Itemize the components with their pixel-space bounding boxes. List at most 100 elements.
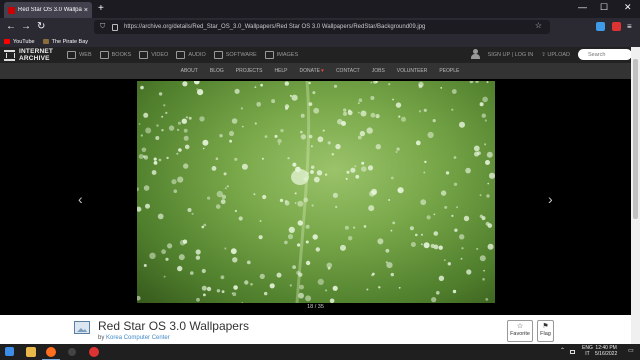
new-tab-button[interactable]: + <box>98 3 104 14</box>
notifications-icon[interactable]: ▭ <box>628 348 634 354</box>
subnav-contact[interactable]: CONTACT <box>336 68 360 74</box>
flag-label: Flag <box>540 331 551 337</box>
menu-audio[interactable]: AUDIO <box>176 51 206 59</box>
browser-tab-active[interactable]: Red Star OS 3.0 Wallpapers : K… × <box>4 2 92 18</box>
clock[interactable]: 12:40 PM 5/16/2022 <box>595 345 617 357</box>
water-droplets <box>137 81 495 303</box>
app-red-icon[interactable] <box>89 347 99 357</box>
clock-date: 5/16/2022 <box>595 351 618 357</box>
subnav-donate[interactable]: DONATE♥ <box>300 68 324 74</box>
reload-button[interactable]: ↻ <box>37 21 45 33</box>
window-maximize-button[interactable]: ☐ <box>600 2 608 13</box>
prev-image-arrow[interactable]: ‹ <box>78 191 83 207</box>
menu-web[interactable]: WEB <box>67 51 92 59</box>
image-collection-icon <box>74 321 90 334</box>
back-button[interactable]: ← <box>6 21 16 33</box>
url-bar[interactable]: ⛉ https://archive.org/details/Red_Star_O… <box>94 20 550 34</box>
window-close-button[interactable]: ✕ <box>624 2 632 13</box>
browser-nav-bar: ← → ↻ ⛉ https://archive.org/details/Red_… <box>0 18 640 36</box>
donate-label: DONATE <box>299 68 320 74</box>
video-icon <box>139 51 149 59</box>
menu-video[interactable]: VIDEO <box>139 51 168 59</box>
bookmark-piratebay[interactable]: The Pirate Bay <box>42 38 89 45</box>
subnav-blog[interactable]: BLOG <box>210 68 224 74</box>
menu-label: AUDIO <box>188 52 206 58</box>
language-indicator[interactable]: ENG IT <box>582 345 593 357</box>
browser-tab-strip: Red Star OS 3.0 Wallpapers : K… × + — ☐ … <box>0 0 640 18</box>
subnav-jobs[interactable]: JOBS <box>372 68 385 74</box>
menu-hamburger-icon[interactable]: ≡ <box>627 21 632 33</box>
battery-icon[interactable] <box>570 350 575 354</box>
archive-temple-icon <box>4 49 15 61</box>
archive-user-area: SIGN UP | LOG IN ⇪ UPLOAD ⌕ <box>470 49 632 60</box>
window-minimize-button[interactable]: — <box>578 2 587 12</box>
upload-icon: ⇪ <box>541 51 546 58</box>
tray-chevron-icon[interactable]: ⌃ <box>560 348 565 354</box>
menu-label: VIDEO <box>151 52 169 58</box>
menu-software[interactable]: SOFTWARE <box>213 51 257 59</box>
by-prefix: by <box>98 335 105 341</box>
flag-icon: ⚑ <box>542 323 549 330</box>
upload-label: UPLOAD <box>547 51 570 58</box>
subnav-help[interactable]: HELP <box>274 68 287 74</box>
image-viewer: ‹ › 18 / 35 <box>0 79 631 315</box>
search-box: ⌕ <box>578 49 632 60</box>
subnav-volunteer[interactable]: VOLUNTEER <box>397 68 428 74</box>
favorite-label: Favorite <box>510 331 530 337</box>
star-icon: ☆ <box>516 323 524 330</box>
tab-close-icon[interactable]: × <box>84 7 88 14</box>
subnav-projects[interactable]: PROJECTS <box>236 68 263 74</box>
menu-label: BOOKS <box>111 52 132 58</box>
archive-logo[interactable]: INTERNET ARCHIVE <box>4 48 53 62</box>
menu-books[interactable]: BOOKS <box>99 51 132 59</box>
signup-login-link[interactable]: SIGN UP | LOG IN <box>488 52 534 58</box>
url-text[interactable]: https://archive.org/details/Red_Star_OS_… <box>124 24 425 30</box>
archive-sub-nav: ABOUT BLOG PROJECTS HELP DONATE♥ CONTACT… <box>0 63 640 79</box>
youtube-icon <box>4 39 10 44</box>
media-type-menu: WEB BOOKS VIDEO AUDIO SOFTWARE IMAGES <box>67 51 298 59</box>
subnav-about[interactable]: ABOUT <box>181 68 198 74</box>
menu-label: SOFTWARE <box>225 52 257 58</box>
firefox-icon[interactable] <box>46 347 56 357</box>
page-scrollbar[interactable] <box>631 47 640 344</box>
windows-start-icon[interactable] <box>5 347 14 356</box>
extension-red-icon[interactable] <box>612 22 621 31</box>
flag-button[interactable]: ⚑ Flag <box>537 320 554 342</box>
menu-label: IMAGES <box>276 52 299 58</box>
user-avatar-icon[interactable] <box>470 49 480 60</box>
books-icon <box>99 51 109 59</box>
item-header: Red Star OS 3.0 Wallpapers by Korea Comp… <box>0 315 631 344</box>
file-explorer-icon[interactable] <box>26 347 36 357</box>
item-title: Red Star OS 3.0 Wallpapers <box>98 319 249 333</box>
bookmark-star-icon[interactable]: ☆ <box>535 21 542 30</box>
scrollbar-thumb[interactable] <box>633 59 638 219</box>
bookmark-label: The Pirate Bay <box>51 38 89 45</box>
pirate-bay-icon <box>42 39 49 44</box>
software-icon <box>213 51 223 59</box>
audio-icon <box>176 51 186 59</box>
forward-button[interactable]: → <box>21 21 31 33</box>
favorite-button[interactable]: ☆ Favorite <box>507 320 533 342</box>
author-link[interactable]: Korea Computer Center <box>106 335 170 341</box>
menu-label: WEB <box>79 52 92 58</box>
tracking-shield-icon[interactable]: ⛉ <box>100 23 108 31</box>
item-byline: by Korea Computer Center <box>98 335 170 341</box>
windows-taskbar: ⌃ ENG IT 12:40 PM 5/16/2022 ▭ <box>0 344 640 360</box>
next-image-arrow[interactable]: › <box>548 191 553 207</box>
subnav-people[interactable]: PEOPLE <box>439 68 459 74</box>
archive-top-nav: INTERNET ARCHIVE WEB BOOKS VIDEO AUDIO S… <box>0 47 640 63</box>
tab-title: Red Star OS 3.0 Wallpapers : K… <box>18 7 82 13</box>
archive-favicon-icon <box>8 6 15 14</box>
bookmark-label: YouTube <box>13 38 35 45</box>
wallpaper-image <box>137 81 495 303</box>
search-input[interactable] <box>578 49 632 60</box>
bookmark-youtube[interactable]: YouTube <box>4 39 35 45</box>
menu-images[interactable]: IMAGES <box>264 51 299 59</box>
extension-icon[interactable] <box>596 22 605 31</box>
upload-link[interactable]: ⇪ UPLOAD <box>541 52 570 58</box>
logo-line2: ARCHIVE <box>19 55 50 62</box>
image-counter: 18 / 35 <box>307 304 324 310</box>
images-icon <box>264 51 274 59</box>
settings-gear-icon[interactable] <box>68 348 76 356</box>
lock-icon[interactable] <box>112 23 118 31</box>
